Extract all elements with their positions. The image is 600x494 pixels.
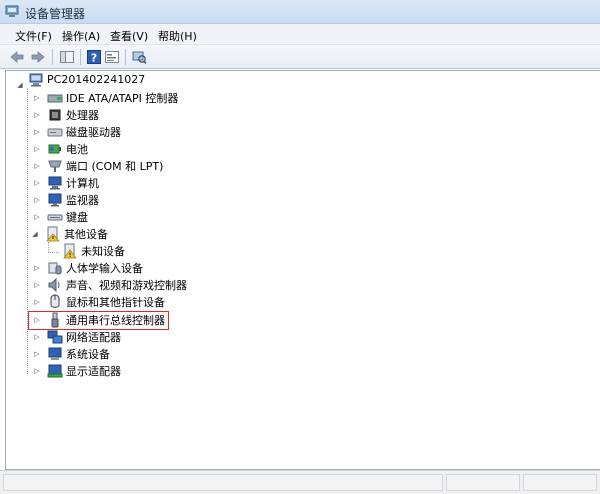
tree-item-label: 显示适配器 — [66, 364, 121, 378]
forward-arrow-icon[interactable] — [30, 49, 46, 65]
tree-item-label: 磁盘驱动器 — [66, 125, 121, 139]
properties-icon[interactable] — [104, 49, 120, 65]
collapse-arrow-icon[interactable]: ◢ — [16, 81, 24, 89]
expand-arrow-icon[interactable]: ▷ — [33, 196, 41, 204]
tree-item-system-devices[interactable]: ▷ 系统设备 — [33, 345, 110, 362]
tree-item-label: 人体学输入设备 — [66, 261, 143, 275]
tree-item-network[interactable]: ▷ 网络适配器 — [33, 328, 121, 345]
back-arrow-icon[interactable] — [9, 49, 25, 65]
expand-arrow-icon[interactable]: ▷ — [33, 367, 41, 375]
menu-help[interactable]: 帮助(H) — [158, 28, 197, 44]
tree-item-ide[interactable]: ▷ IDE ATA/ATAPI 控制器 — [33, 89, 178, 106]
tree-item-label: 监视器 — [66, 193, 99, 207]
menu-view[interactable]: 查看(V) — [110, 28, 148, 44]
tree-item-unknown-device[interactable]: 未知设备 — [62, 242, 125, 259]
toolbar-separator — [80, 49, 81, 65]
tree-item-hid[interactable]: ▷ 人体学输入设备 — [33, 259, 143, 276]
tree-item-monitors[interactable]: ▷ 监视器 — [33, 191, 99, 208]
toolbar-separator — [52, 49, 53, 65]
expand-arrow-icon[interactable]: ▷ — [33, 213, 41, 221]
expand-arrow-icon[interactable]: ▷ — [33, 350, 41, 358]
monitor-icon — [48, 193, 62, 206]
tree-item-sound[interactable]: ▷ 声音、视频和游戏控制器 — [33, 276, 187, 293]
network-adapter-icon — [47, 330, 63, 343]
svg-text:?: ? — [91, 52, 97, 65]
port-icon — [48, 160, 62, 172]
tree-connector — [48, 242, 49, 252]
expand-arrow-icon[interactable]: ▷ — [33, 179, 41, 187]
status-pane — [523, 474, 597, 491]
unknown-device-warning-icon — [63, 243, 77, 258]
expand-arrow-icon[interactable]: ▷ — [33, 145, 41, 153]
menu-bar: 文件(F) 操作(A) 查看(V) 帮助(H) — [0, 24, 600, 45]
tree-item-label: 计算机 — [66, 176, 99, 190]
menu-action[interactable]: 操作(A) — [62, 28, 100, 44]
expand-arrow-icon[interactable]: ▷ — [33, 264, 41, 272]
tree-item-label: 网络适配器 — [66, 330, 121, 344]
tree-item-label: 键盘 — [66, 210, 88, 224]
tree-item-label: 系统设备 — [66, 347, 110, 361]
expand-arrow-icon[interactable]: ▷ — [33, 298, 41, 306]
tree-item-label: 端口 (COM 和 LPT) — [66, 159, 164, 173]
title-bar: 设备管理器 — [0, 0, 600, 24]
toolbar: ? — [0, 45, 600, 69]
expand-arrow-icon[interactable]: ▷ — [33, 333, 41, 341]
window-title: 设备管理器 — [25, 7, 86, 21]
status-pane — [3, 474, 443, 491]
tree-item-label: 电池 — [66, 142, 88, 156]
console-tree-icon[interactable] — [59, 49, 75, 65]
tree-item-other-devices[interactable]: ◢ 其他设备 — [31, 225, 108, 242]
tree-item-label: 鼠标和其他指针设备 — [66, 295, 165, 309]
status-bar — [0, 470, 600, 494]
other-device-icon — [46, 226, 60, 241]
expand-arrow-icon[interactable]: ▷ — [33, 111, 41, 119]
display-adapter-icon — [47, 364, 63, 377]
expand-arrow-icon[interactable]: ▷ — [33, 94, 41, 102]
expand-arrow-icon[interactable]: ▷ — [33, 128, 41, 136]
tree-item-keyboards[interactable]: ▷ 键盘 — [33, 208, 88, 225]
expand-arrow-icon[interactable]: ▷ — [33, 162, 41, 170]
tree-item-label: 声音、视频和游戏控制器 — [66, 278, 187, 292]
toolbar-separator — [125, 49, 126, 65]
tree-item-ports[interactable]: ▷ 端口 (COM 和 LPT) — [33, 157, 163, 174]
tree-connector — [48, 252, 59, 253]
device-manager-icon — [5, 5, 19, 17]
tree-item-processor[interactable]: ▷ 处理器 — [33, 106, 99, 123]
tree-item-battery[interactable]: ▷ 电池 — [33, 140, 88, 157]
status-pane — [446, 474, 520, 491]
tree-item-disk-drives[interactable]: ▷ 磁盘驱动器 — [33, 123, 121, 140]
tree-root[interactable]: ◢ PC201402241027 — [16, 71, 146, 89]
processor-icon — [49, 109, 61, 120]
computer-icon — [48, 176, 62, 189]
menu-file[interactable]: 文件(F) — [15, 28, 52, 44]
scan-hardware-icon[interactable] — [131, 49, 147, 65]
tree-item-label: 未知设备 — [81, 244, 125, 258]
tree-item-label: 其他设备 — [64, 227, 108, 241]
tree-root-label: PC201402241027 — [47, 73, 146, 86]
battery-icon — [48, 144, 61, 153]
system-device-icon — [48, 347, 62, 360]
mouse-icon — [50, 293, 60, 308]
tree-item-label: 处理器 — [66, 108, 99, 122]
disk-drive-icon — [47, 128, 63, 136]
tree-item-computer[interactable]: ▷ 计算机 — [33, 174, 99, 191]
tree-item-mice[interactable]: ▷ 鼠标和其他指针设备 — [33, 293, 165, 310]
collapse-arrow-icon[interactable]: ◢ — [31, 230, 39, 238]
highlight-box — [28, 311, 169, 330]
tree-connector — [27, 88, 28, 374]
expand-arrow-icon[interactable]: ▷ — [33, 281, 41, 289]
computer-icon — [29, 73, 43, 86]
help-icon[interactable]: ? — [86, 49, 102, 65]
keyboard-icon — [47, 214, 63, 220]
sound-icon — [48, 277, 60, 292]
ide-controller-icon — [47, 94, 63, 102]
hid-icon — [48, 262, 62, 274]
tree-item-display-adapters[interactable]: ▷ 显示适配器 — [33, 362, 121, 379]
tree-item-label: IDE ATA/ATAPI 控制器 — [66, 91, 179, 105]
